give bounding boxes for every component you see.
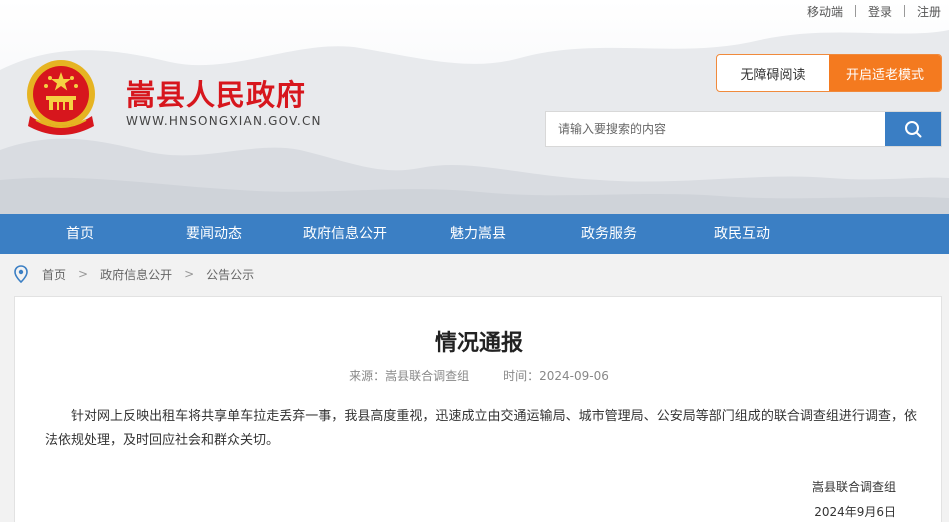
article-meta: 来源：嵩县联合调查组 时间：2024-09-06 [15, 367, 943, 384]
search-input[interactable] [546, 112, 885, 146]
breadcrumb-notice[interactable]: 公告公示 [206, 266, 254, 283]
article-time: 时间：2024-09-06 [503, 369, 609, 383]
breadcrumb-gov-info[interactable]: 政府信息公开 [100, 266, 172, 283]
article-body: 针对网上反映出租车将共享单车拉走丢弃一事，我县高度重视，迅速成立由交通运输局、城… [45, 409, 917, 448]
nav-item-charm[interactable]: 魅力嵩县 [450, 214, 506, 254]
login-link[interactable]: 登录 [868, 3, 892, 20]
search-button[interactable] [885, 112, 941, 146]
article-title: 情况通报 [434, 331, 523, 356]
nav-item-services[interactable]: 政务服务 [581, 214, 637, 254]
chevron-right-icon: > [184, 267, 195, 281]
main-nav: 首页 要闻动态 政府信息公开 魅力嵩县 政务服务 政民互动 [0, 214, 949, 254]
search-icon [905, 121, 922, 138]
register-link[interactable]: 注册 [917, 3, 941, 20]
site-url: WWW.HNSONGXIAN.GOV.CN [126, 114, 322, 128]
article-source: 来源：嵩县联合调查组 [349, 369, 470, 383]
mobile-link[interactable]: 移动端 [807, 3, 843, 20]
nav-item-gov-info[interactable]: 政府信息公开 [303, 214, 387, 254]
article-signature: 嵩县联合调查组 [811, 480, 896, 494]
article-panel: 情况通报 来源：嵩县联合调查组 时间：2024-09-06 针对网上反映出租车将共… [14, 296, 942, 522]
search-bar [545, 111, 942, 147]
nav-item-news[interactable]: 要闻动态 [186, 214, 242, 254]
nav-item-interaction[interactable]: 政民互动 [714, 214, 770, 254]
site-title[interactable]: 嵩县人民政府 [126, 72, 306, 114]
location-pin-icon [14, 265, 28, 283]
chevron-right-icon: > [78, 267, 89, 281]
divider [854, 5, 856, 17]
national-emblem-icon [27, 60, 95, 135]
article-date: 2024年9月6日 [814, 505, 896, 519]
site-header: 移动端 登录 注册 嵩县人民政府 WWW.HNSONGXIAN.GOV.CN 无… [0, 0, 949, 214]
accessible-reading-button[interactable]: 无障碍阅读 [717, 55, 829, 91]
breadcrumb: 首页 > 政府信息公开 > 公告公示 [14, 262, 254, 286]
top-utility-bar: 移动端 登录 注册 [807, 2, 941, 20]
article-signature-block: 嵩县联合调查组 2024年9月6日 [812, 475, 896, 522]
divider [903, 5, 905, 17]
elder-mode-button[interactable]: 开启适老模式 [829, 55, 941, 91]
reading-mode-toggle: 无障碍阅读 开启适老模式 [716, 54, 942, 92]
nav-item-home[interactable]: 首页 [66, 214, 94, 254]
breadcrumb-home[interactable]: 首页 [42, 266, 66, 283]
